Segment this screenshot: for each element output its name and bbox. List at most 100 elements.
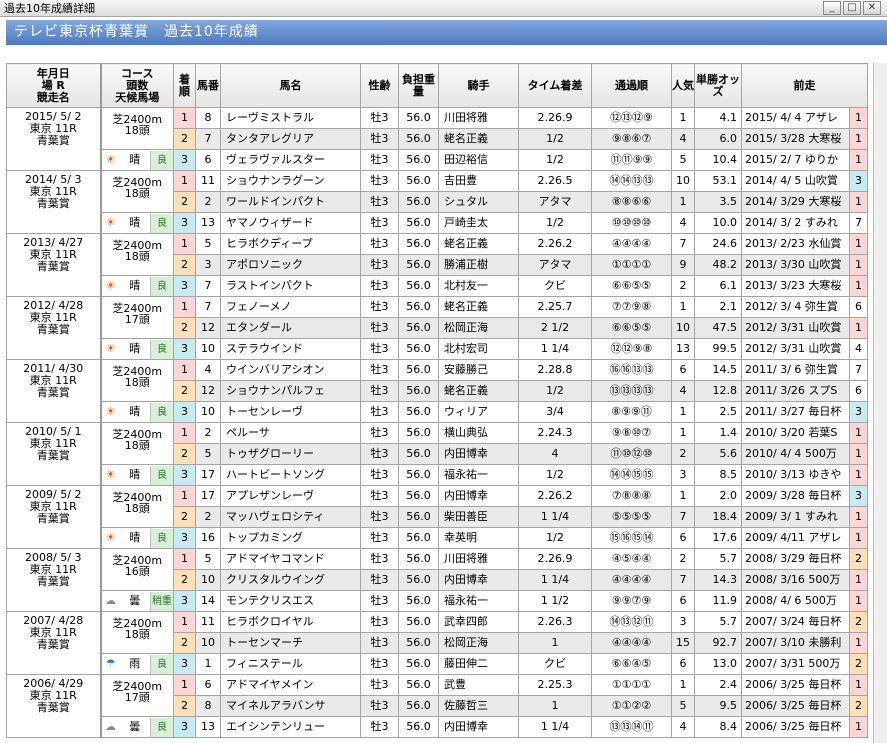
previous-race-link[interactable]: 2007/ 3/10 未勝利 xyxy=(741,632,850,654)
table-row[interactable]: 2009/ 5/ 2 東京 11R 青葉賞 芝2400m 18頭 1 17 アプレザンレーヴ牡… xyxy=(6,485,868,549)
col-header-popularity[interactable]: 人気 xyxy=(671,63,695,108)
horse-name-link[interactable]: ハートビートソング xyxy=(220,464,361,486)
previous-race-link[interactable]: 2008/ 3/16 500万 xyxy=(741,569,850,591)
jockey-name-link[interactable]: 内田博幸 xyxy=(438,485,519,507)
horse-name-link[interactable]: トゥザグローリー xyxy=(220,443,361,465)
horse-name-link[interactable]: フェノーメノ xyxy=(220,296,361,318)
table-row[interactable]: 2007/ 4/28 東京 11R 青葉賞 芝2400m 18頭 1 11 ヒラボクロイヤル牡… xyxy=(6,611,868,675)
table-row[interactable]: 2011/ 4/30 東京 11R 青葉賞 芝2400m 18頭 1 4 ウインバリアシオン牡… xyxy=(6,359,868,423)
col-header-time[interactable]: タイム着差 xyxy=(518,63,592,108)
previous-race-link[interactable]: 2013/ 3/23 大寒桜 xyxy=(741,275,850,297)
jockey-name-link[interactable]: シュタル xyxy=(438,191,519,213)
table-row[interactable]: ☁ 曇良 3 13 エイシンテンリュー 牡3 56.0 内田博幸 1 1/4 ⑬⑬⑭⑪ 4 8.4 20… xyxy=(7,716,868,738)
horse-name-link[interactable]: クリスタルウイング xyxy=(220,569,361,591)
previous-race-link[interactable]: 2006/ 3/25 毎日杯 xyxy=(741,716,850,738)
table-row[interactable]: ☀ 晴良 3 13 ヤマノウィザード 牡3 56.0 戸崎圭太 1/2 ⑩⑩⑩⑩ 4 10.0 2014… xyxy=(7,212,868,234)
jockey-name-link[interactable]: 蛯名正義 xyxy=(438,128,519,150)
horse-name-link[interactable]: ショウナンラグーン xyxy=(220,170,361,192)
horse-name-link[interactable]: トーセンレーヴ xyxy=(220,401,361,423)
jockey-name-link[interactable]: 福永祐一 xyxy=(438,464,519,486)
close-button[interactable]: ✕ xyxy=(863,1,881,15)
horse-name-link[interactable]: ヒラボクディープ xyxy=(220,233,361,255)
horse-name-link[interactable]: ウインバリアシオン xyxy=(220,359,361,381)
previous-race-link[interactable]: 2008/ 4/ 6 500万 xyxy=(741,590,850,612)
horse-name-link[interactable]: ステラウインド xyxy=(220,338,361,360)
minimize-button[interactable]: _ xyxy=(823,1,841,15)
jockey-name-link[interactable]: 柴田善臣 xyxy=(438,506,519,528)
horse-name-link[interactable]: タンタアレグリア xyxy=(220,128,361,150)
previous-race-link[interactable]: 2012/ 3/31 山吹賞 xyxy=(741,338,850,360)
previous-race-link[interactable]: 2010/ 3/13 ゆきや xyxy=(741,464,850,486)
jockey-name-link[interactable]: 佐藤哲三 xyxy=(438,695,519,717)
horse-name-link[interactable]: エイシンテンリュー xyxy=(220,716,361,738)
horse-name-link[interactable]: アドマイヤコマンド xyxy=(220,548,361,570)
previous-race-link[interactable]: 2010/ 3/20 若葉S xyxy=(741,422,850,444)
previous-race-link[interactable]: 2011/ 3/ 6 弥生賞 xyxy=(741,359,850,381)
col-header-previous[interactable]: 前走 xyxy=(741,63,868,108)
jockey-name-link[interactable]: 北村宏司 xyxy=(438,338,519,360)
jockey-name-link[interactable]: 川田将雅 xyxy=(438,548,519,570)
col-header-odds[interactable]: 単勝オッズ xyxy=(694,63,742,108)
previous-race-link[interactable]: 2009/ 3/28 毎日杯 xyxy=(741,485,850,507)
jockey-name-link[interactable]: 蛯名正義 xyxy=(438,233,519,255)
previous-race-link[interactable]: 2015/ 4/ 4 アザレ xyxy=(741,107,850,129)
horse-name-link[interactable]: エタンダール xyxy=(220,317,361,339)
table-row[interactable]: ☀ 晴良 3 17 ハートビートソング 牡3 56.0 福永祐一 1/2 ⑭⑭⑮⑮ 3 8.5 2010… xyxy=(7,464,868,486)
previous-race-link[interactable]: 2009/ 3/ 1 すみれ xyxy=(741,506,850,528)
previous-race-link[interactable]: 2013/ 3/30 山吹賞 xyxy=(741,254,850,276)
table-row[interactable]: ☀ 晴良 3 6 ヴェラヴァルスター 牡3 56.0 田辺裕信 1/2 ⑪⑪⑨⑨ 5 10.4 2015… xyxy=(7,149,868,171)
table-row[interactable]: ☀ 晴良 3 10 ステラウインド 牡3 56.0 北村宏司 1 1/4 ⑫⑫⑨⑧ 13 99.5 20… xyxy=(7,338,868,360)
horse-name-link[interactable]: ヒラボクロイヤル xyxy=(220,611,361,633)
table-row[interactable]: 2014/ 5/ 3 東京 11R 青葉賞 芝2400m 18頭 1 11 ショウナンラグーン… xyxy=(6,170,868,234)
jockey-name-link[interactable]: 福永祐一 xyxy=(438,590,519,612)
maximize-button[interactable]: □ xyxy=(843,1,861,15)
horse-name-link[interactable]: マイネルアラバンサ xyxy=(220,695,361,717)
horse-name-link[interactable]: トップカミング xyxy=(220,527,361,549)
horse-name-link[interactable]: レーヴミストラル xyxy=(220,107,361,129)
jockey-name-link[interactable]: 内田博幸 xyxy=(438,443,519,465)
table-row[interactable]: ☁ 曇稍重 3 14 モンテクリスエス 牡3 56.0 福永祐一 1 1/2 ⑨⑨⑦⑨ 6 11.9 2… xyxy=(7,590,868,612)
jockey-name-link[interactable]: 武豊 xyxy=(438,674,519,696)
horse-name-link[interactable]: ワールドインパクト xyxy=(220,191,361,213)
previous-race-link[interactable]: 2014/ 3/29 大寒桜 xyxy=(741,191,850,213)
horse-name-link[interactable]: トーセンマーチ xyxy=(220,632,361,654)
previous-race-link[interactable]: 2009/ 4/11 アザレ xyxy=(741,527,850,549)
horse-name-link[interactable]: ヤマノウィザード xyxy=(220,212,361,234)
horse-name-link[interactable]: アドマイヤメイン xyxy=(220,674,361,696)
previous-race-link[interactable]: 2012/ 3/ 4 弥生賞 xyxy=(741,296,850,318)
jockey-name-link[interactable]: 横山典弘 xyxy=(438,422,519,444)
previous-race-link[interactable]: 2011/ 3/26 スプS xyxy=(741,380,850,402)
table-row[interactable]: 2008/ 5/ 3 東京 11R 青葉賞 芝2400m 16頭 1 5 アドマイヤコマンド牡… xyxy=(6,548,868,612)
jockey-name-link[interactable]: 松岡正海 xyxy=(438,632,519,654)
jockey-name-link[interactable]: ウィリア xyxy=(438,401,519,423)
previous-race-link[interactable]: 2010/ 4/ 4 500万 xyxy=(741,443,850,465)
col-header-course[interactable]: コース 頭数 天候馬場 xyxy=(100,63,174,108)
jockey-name-link[interactable]: 武幸四郎 xyxy=(438,611,519,633)
previous-race-link[interactable]: 2014/ 3/ 2 すみれ xyxy=(741,212,850,234)
col-header-jockey[interactable]: 騎手 xyxy=(438,63,519,108)
table-row[interactable]: ☂ 雨良 3 1 フィニステール 牡3 56.0 藤田伸二 クビ ⑥⑥④⑤ 6 13.0 2007/ 3… xyxy=(7,653,868,675)
col-header-post[interactable]: 馬番 xyxy=(195,63,221,108)
table-row[interactable]: ☀ 晴良 3 7 ラストインパクト 牡3 56.0 北村友一 クビ ⑥⑥⑤⑤ 2 6.1 2013/ 3… xyxy=(7,275,868,297)
table-row[interactable]: ☀ 晴良 3 10 トーセンレーヴ 牡3 56.0 ウィリア 3/4 ⑧⑨⑨⑪ 1 2.5 2011/ … xyxy=(7,401,868,423)
jockey-name-link[interactable]: 蛯名正義 xyxy=(438,380,519,402)
previous-race-link[interactable]: 2012/ 3/31 山吹賞 xyxy=(741,317,850,339)
col-header-passing[interactable]: 通過順 xyxy=(591,63,672,108)
horse-name-link[interactable]: ラストインパクト xyxy=(220,275,361,297)
vertical-scrollbar[interactable] xyxy=(873,63,887,743)
col-header-race[interactable]: 年月日 場 R 競走名 xyxy=(6,63,102,108)
jockey-name-link[interactable]: 吉田豊 xyxy=(438,170,519,192)
horse-name-link[interactable]: ショウナンパルフェ xyxy=(220,380,361,402)
jockey-name-link[interactable]: 北村友一 xyxy=(438,275,519,297)
horse-name-link[interactable]: アポロソニック xyxy=(220,254,361,276)
table-row[interactable]: 2006/ 4/29 東京 11R 青葉賞 芝2400m 17頭 1 6 アドマイヤメイン 牡3… xyxy=(6,674,868,738)
table-row[interactable]: 2013/ 4/27 東京 11R 青葉賞 芝2400m 18頭 1 5 ヒラボクディープ 牡3… xyxy=(6,233,868,297)
horse-name-link[interactable]: フィニステール xyxy=(220,653,361,675)
table-row[interactable]: ☀ 晴良 3 16 トップカミング 牡3 56.0 幸英明 1/2 ⑮⑯⑮⑭ 6 17.6 2009/ … xyxy=(7,527,868,549)
previous-race-link[interactable]: 2015/ 2/ 7 ゆりか xyxy=(741,149,850,171)
col-header-finish[interactable]: 着順 xyxy=(173,63,196,108)
jockey-name-link[interactable]: 蛯名正義 xyxy=(438,296,519,318)
jockey-name-link[interactable]: 藤田伸二 xyxy=(438,653,519,675)
table-row[interactable]: 2015/ 5/ 2 東京 11R 青葉賞 芝2400m 18頭 1 8 レーヴミストラル 牡3… xyxy=(6,107,868,171)
jockey-name-link[interactable]: 戸崎圭太 xyxy=(438,212,519,234)
